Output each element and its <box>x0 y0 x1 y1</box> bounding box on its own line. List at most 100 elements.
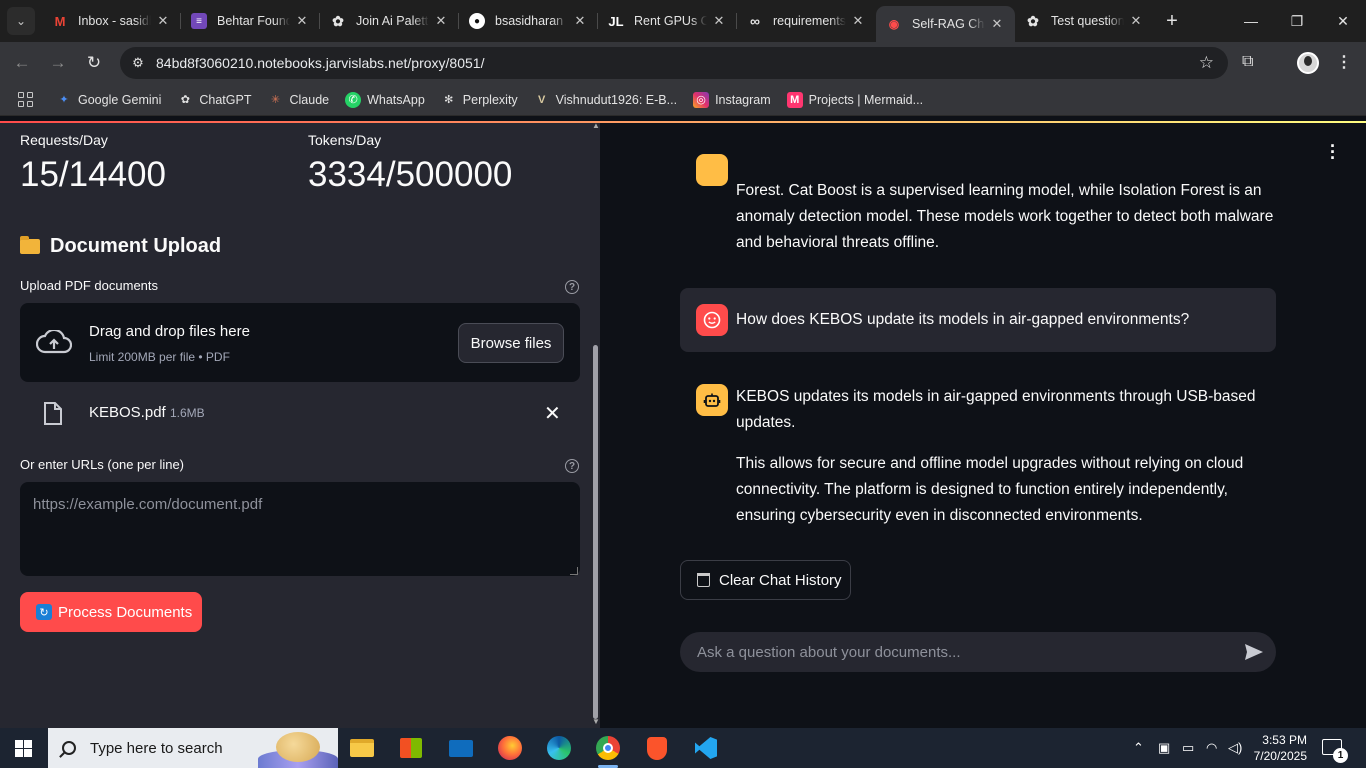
back-button[interactable]: ← <box>8 49 36 77</box>
bookmarks-bar: ✦ Google Gemini ✿ ChatGPT ✳ Claude ✆ WhatsAp… <box>0 84 1366 116</box>
tab-title: Inbox - sasidharan <box>78 14 151 28</box>
button-label: Clear Chat History <box>719 571 842 589</box>
tab-behtar[interactable]: ≡ Behtar Foundation ✕ <box>181 0 320 42</box>
profile-avatar[interactable] <box>1297 52 1319 74</box>
brave-icon[interactable] <box>639 732 675 764</box>
clear-chat-history-button[interactable]: Clear Chat History <box>680 560 851 600</box>
scroll-down-icon[interactable]: ▼ <box>592 717 600 726</box>
close-icon[interactable]: ✕ <box>850 13 866 29</box>
firefox-icon[interactable] <box>492 732 528 764</box>
close-icon[interactable]: ✕ <box>572 13 588 29</box>
whatsapp-icon: ✆ <box>345 91 362 108</box>
tab-self-rag-chat[interactable]: ◉ Self-RAG Chat ✕ <box>876 6 1015 42</box>
meet-now-icon[interactable]: ▣ <box>1158 740 1170 756</box>
extensions-icon[interactable]: ⧉ <box>1242 53 1253 71</box>
edge-icon[interactable] <box>541 732 577 764</box>
close-icon[interactable]: ✕ <box>294 13 310 29</box>
button-label: Process Documents <box>58 603 193 621</box>
trash-icon <box>697 573 710 587</box>
file-explorer-icon[interactable] <box>344 732 380 764</box>
bookmark-label: ChatGPT <box>199 92 252 107</box>
sidebar: Requests/Day 15/14400 Tokens/Day 3334/50… <box>0 123 600 728</box>
close-icon[interactable]: ✕ <box>433 13 449 29</box>
browse-files-button[interactable]: Browse files <box>458 323 564 363</box>
help-icon[interactable]: ? <box>565 459 579 473</box>
tab-title: Self-RAG Chat <box>912 17 985 31</box>
file-icon <box>44 402 62 425</box>
assistant-message: KEBOS updates its models in air-gapped e… <box>736 388 1256 431</box>
instagram-icon: ◎ <box>693 91 710 108</box>
volume-icon[interactable]: ◁) <box>1228 740 1242 756</box>
bot-avatar <box>696 154 728 186</box>
reload-button[interactable]: ↻ <box>80 49 108 77</box>
url-text[interactable]: 84bd8f3060210.notebooks.jarvislabs.net/p… <box>156 55 484 71</box>
bookmark-claude[interactable]: ✳ Claude <box>267 92 329 108</box>
site-info-icon[interactable]: ⚙ <box>120 55 156 71</box>
bookmark-label: Claude <box>289 92 330 107</box>
bookmark-vishnudut[interactable]: V Vishnudut1926: E-B... <box>534 92 677 108</box>
perplexity-icon: ✻ <box>444 94 454 106</box>
apps-grid-icon[interactable] <box>18 91 34 108</box>
chrome-icon[interactable] <box>590 732 626 768</box>
mermaid-icon: M <box>786 91 803 108</box>
scroll-up-icon[interactable]: ▲ <box>592 123 600 130</box>
user-avatar <box>696 304 728 336</box>
close-icon[interactable]: ✕ <box>155 13 171 29</box>
taskbar-search[interactable]: Type here to search <box>48 728 338 768</box>
sidebar-scrollbar[interactable]: ▲ ▼ <box>590 123 600 728</box>
remove-file-icon[interactable]: ✕ <box>544 401 561 426</box>
close-icon[interactable]: ✕ <box>711 13 727 29</box>
file-dropzone[interactable]: Drag and drop files here Limit 200MB per… <box>20 303 580 382</box>
new-tab-button[interactable]: + <box>1154 0 1190 42</box>
dropzone-subtitle: Limit 200MB per file • PDF <box>89 350 230 364</box>
wifi-icon[interactable]: ◠ <box>1206 740 1217 756</box>
forward-button[interactable]: → <box>44 49 72 77</box>
windows-start-icon[interactable] <box>15 740 32 757</box>
windows-taskbar: Type here to search ⌃ ▣ ▭ ◠ ◁) 3:53 PM 7… <box>0 728 1366 768</box>
bookmark-mermaid[interactable]: M Projects | Mermaid... <box>786 91 923 108</box>
urls-input[interactable] <box>20 482 580 576</box>
chat-input[interactable]: Ask a question about your documents... <box>680 632 1276 672</box>
process-documents-button[interactable]: ↻ Process Documents <box>20 592 202 632</box>
browser-toolbar: ← → ↻ ⚙ 84bd8f3060210.notebooks.jarvisla… <box>0 42 1366 84</box>
tab-title: bsasidharan <box>495 14 564 28</box>
browser-menu-icon[interactable]: ⋮ <box>1336 52 1352 72</box>
tab-test-questions[interactable]: ✿ Test questions ✕ <box>1015 0 1154 42</box>
v-icon: V <box>538 93 546 106</box>
scrollbar-thumb[interactable] <box>593 345 598 719</box>
close-icon[interactable]: ✕ <box>989 16 1005 32</box>
link-icon: ∞ <box>750 13 760 29</box>
address-bar[interactable]: ⚙ 84bd8f3060210.notebooks.jarvislabs.net… <box>120 47 1228 79</box>
taskbar-clock[interactable]: 3:53 PM 7/20/2025 <box>1247 732 1307 764</box>
form-icon: ≡ <box>191 13 207 29</box>
bookmark-whatsapp[interactable]: ✆ WhatsApp <box>345 91 425 108</box>
bookmark-perplexity[interactable]: ✻ Perplexity <box>441 92 518 108</box>
bookmark-google-gemini[interactable]: ✦ Google Gemini <box>56 92 161 108</box>
minimize-button[interactable]: — <box>1228 0 1274 42</box>
metric-value-tokens: 3334/500000 <box>308 155 513 194</box>
vscode-icon[interactable] <box>688 732 724 764</box>
streamlit-icon: ◉ <box>888 17 900 31</box>
close-window-button[interactable]: ✕ <box>1320 0 1366 42</box>
mail-icon[interactable] <box>443 732 479 764</box>
bookmark-label: Google Gemini <box>78 92 162 107</box>
tab-ai-palette[interactable]: ✿ Join Ai Palette ✕ <box>320 0 459 42</box>
tab-gmail[interactable]: M Inbox - sasidharan ✕ <box>42 0 181 42</box>
tab-github[interactable]: ● bsasidharan ✕ <box>459 0 598 42</box>
chevron-up-icon[interactable]: ⌃ <box>1133 740 1144 756</box>
tab-search-button[interactable]: ⌄ <box>7 7 35 35</box>
help-icon[interactable]: ? <box>565 280 579 294</box>
send-icon[interactable] <box>1244 643 1264 661</box>
close-icon[interactable]: ✕ <box>1128 13 1144 29</box>
store-icon[interactable] <box>393 732 429 764</box>
main-menu-icon[interactable]: · · · <box>1330 137 1336 167</box>
tab-jarvislabs[interactable]: JL Rent GPUs Online ✕ <box>598 0 737 42</box>
tab-requirements[interactable]: ∞ requirements ✕ <box>737 0 876 42</box>
bookmark-star-icon[interactable]: ☆ <box>1199 53 1214 73</box>
battery-icon[interactable]: ▭ <box>1182 740 1194 756</box>
restore-button[interactable]: ❐ <box>1274 0 1320 42</box>
resize-handle[interactable] <box>570 567 578 575</box>
bookmark-chatgpt[interactable]: ✿ ChatGPT <box>177 92 252 108</box>
bookmark-instagram[interactable]: ◎ Instagram <box>693 91 771 108</box>
tab-title: Join Ai Palette <box>356 14 429 28</box>
